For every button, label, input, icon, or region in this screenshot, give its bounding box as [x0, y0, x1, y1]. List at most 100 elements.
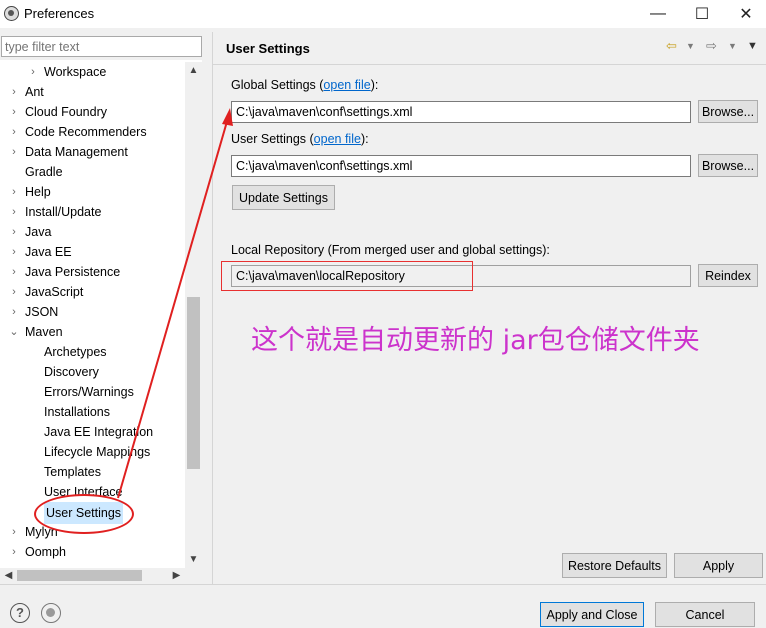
user-settings-text: User Settings ( — [231, 132, 314, 146]
record-macro-icon[interactable] — [41, 603, 61, 623]
chevron-right-icon[interactable]: › — [8, 302, 20, 322]
tree-item-archetypes[interactable]: Archetypes — [0, 342, 185, 362]
chevron-right-icon[interactable]: › — [8, 142, 20, 162]
forward-arrow-icon[interactable]: ⇨ — [706, 38, 717, 54]
global-settings-suffix: ): — [370, 78, 379, 92]
tree-item-data-management[interactable]: › Data Management — [0, 142, 185, 162]
tree-item-templates[interactable]: Templates — [0, 462, 185, 482]
tree-item-java-ee[interactable]: › Java EE — [0, 242, 185, 262]
highlight-ellipse — [34, 494, 134, 534]
global-settings-label: Global Settings (open file): — [231, 78, 378, 92]
tree-item-label: Java EE — [25, 245, 72, 259]
tree-item-errors-warnings[interactable]: Errors/Warnings — [0, 382, 185, 402]
chevron-right-icon[interactable]: › — [8, 82, 20, 102]
global-browse-button[interactable]: Browse... — [698, 100, 758, 123]
tree-item-ant[interactable]: › Ant — [0, 82, 185, 102]
filter-input[interactable] — [1, 36, 202, 57]
user-settings-suffix: ): — [360, 132, 369, 146]
tree-item-label: Installations — [44, 405, 111, 419]
tree-item-label: Discovery — [44, 365, 99, 379]
tree-item-install-update[interactable]: › Install/Update — [0, 202, 185, 222]
back-dropdown-icon[interactable]: ▼ — [686, 41, 695, 51]
view-menu-icon[interactable]: ▼ — [747, 40, 758, 52]
global-open-file-link[interactable]: open file — [323, 78, 370, 92]
tree-item-java[interactable]: › Java — [0, 222, 185, 242]
minimize-button[interactable]: — — [636, 0, 680, 28]
chevron-right-icon[interactable]: › — [8, 182, 20, 202]
chevron-right-icon[interactable]: › — [8, 222, 20, 242]
apply-button[interactable]: Apply — [674, 553, 763, 578]
tree-item-label: Archetypes — [44, 345, 107, 359]
tree-item-label: Errors/Warnings — [44, 385, 134, 399]
scroll-thumb[interactable] — [187, 297, 200, 469]
hscroll-thumb[interactable] — [17, 570, 142, 581]
reindex-button[interactable]: Reindex — [698, 264, 758, 287]
tree-item-label: Java — [25, 225, 52, 239]
user-open-file-link[interactable]: open file — [314, 132, 361, 146]
tree-item-label: Java Persistence — [25, 265, 121, 279]
tree-item-label: Java EE Integration — [44, 425, 154, 439]
global-settings-text: Global Settings ( — [231, 78, 324, 92]
eclipse-app-icon — [4, 6, 19, 21]
tree-item-javascript[interactable]: › JavaScript — [0, 282, 185, 302]
chevron-right-icon[interactable]: › — [8, 242, 20, 262]
tree-item-label: Ant — [25, 85, 44, 99]
tree-item-gradle[interactable]: Gradle — [0, 162, 185, 182]
apply-and-close-button[interactable]: Apply and Close — [540, 602, 644, 627]
annotation-text: 这个就是自动更新的 jar包仓储文件夹 — [251, 325, 700, 356]
tree-item-maven[interactable]: ⌄ Maven — [0, 322, 185, 342]
user-browse-button[interactable]: Browse... — [698, 154, 758, 177]
preferences-tree: › Workspace › Ant › Cloud Foundry › Code Recomm… — [0, 60, 202, 568]
tree-item-label: Data Management — [25, 145, 128, 159]
tree-horizontal-scrollbar[interactable]: ◀ ▶ — [0, 568, 185, 583]
chevron-right-icon[interactable]: › — [27, 62, 39, 82]
chevron-right-icon[interactable]: › — [8, 262, 20, 282]
scroll-left-icon[interactable]: ◀ — [0, 568, 17, 583]
tree-item-workspace[interactable]: › Workspace — [0, 62, 185, 82]
tree-item-installations[interactable]: Installations — [0, 402, 185, 422]
tree-item-code-recommenders[interactable]: › Code Recommenders — [0, 122, 185, 142]
pane-divider[interactable] — [212, 32, 213, 584]
user-settings-label: User Settings (open file): — [231, 132, 369, 146]
tree-item-oomph[interactable]: › Oomph — [0, 542, 185, 562]
user-settings-field[interactable]: C:\java\maven\conf\settings.xml — [231, 155, 691, 177]
tree-item-lifecycle-mappings[interactable]: Lifecycle Mappings — [0, 442, 185, 462]
forward-dropdown-icon[interactable]: ▼ — [728, 41, 737, 51]
chevron-right-icon[interactable]: › — [8, 202, 20, 222]
chevron-right-icon[interactable]: › — [8, 282, 20, 302]
tree-item-label: Help — [25, 185, 51, 199]
page-navigation: ⇦ ▼ ⇨ ▼ ▼ — [664, 38, 764, 56]
scroll-up-icon[interactable]: ▲ — [185, 62, 202, 79]
maximize-button[interactable]: ☐ — [680, 0, 724, 28]
local-repository-label: Local Repository (From merged user and g… — [231, 243, 550, 257]
chevron-right-icon[interactable]: › — [8, 122, 20, 142]
tree-item-label: Cloud Foundry — [25, 105, 107, 119]
tree-item-help[interactable]: › Help — [0, 182, 185, 202]
highlight-rectangle — [221, 261, 473, 291]
scroll-right-icon[interactable]: ▶ — [168, 568, 185, 583]
tree-item-label: Gradle — [25, 165, 63, 179]
chevron-right-icon[interactable]: › — [8, 522, 20, 542]
tree-item-label: Workspace — [44, 65, 107, 79]
update-settings-button[interactable]: Update Settings — [232, 185, 335, 210]
tree-item-java-ee-integration[interactable]: Java EE Integration — [0, 422, 185, 442]
chevron-down-icon[interactable]: ⌄ — [8, 322, 20, 342]
close-button[interactable]: ✕ — [724, 0, 766, 28]
chevron-right-icon[interactable]: › — [8, 542, 20, 562]
global-settings-field[interactable]: C:\java\maven\conf\settings.xml — [231, 101, 691, 123]
footer-separator — [0, 584, 766, 585]
tree-item-label: Oomph — [25, 545, 66, 559]
tree-vertical-scrollbar[interactable]: ▲ ▼ — [185, 62, 202, 568]
tree-item-java-persistence[interactable]: › Java Persistence — [0, 262, 185, 282]
tree-item-discovery[interactable]: Discovery — [0, 362, 185, 382]
cancel-button[interactable]: Cancel — [655, 602, 755, 627]
tree-item-label: Install/Update — [25, 205, 102, 219]
chevron-right-icon[interactable]: › — [8, 102, 20, 122]
scroll-down-icon[interactable]: ▼ — [185, 551, 202, 568]
restore-defaults-button[interactable]: Restore Defaults — [562, 553, 667, 578]
back-arrow-icon[interactable]: ⇦ — [666, 38, 677, 54]
tree-item-label: JSON — [25, 305, 59, 319]
tree-item-json[interactable]: › JSON — [0, 302, 185, 322]
help-icon[interactable]: ? — [10, 603, 30, 623]
tree-item-cloud-foundry[interactable]: › Cloud Foundry — [0, 102, 185, 122]
